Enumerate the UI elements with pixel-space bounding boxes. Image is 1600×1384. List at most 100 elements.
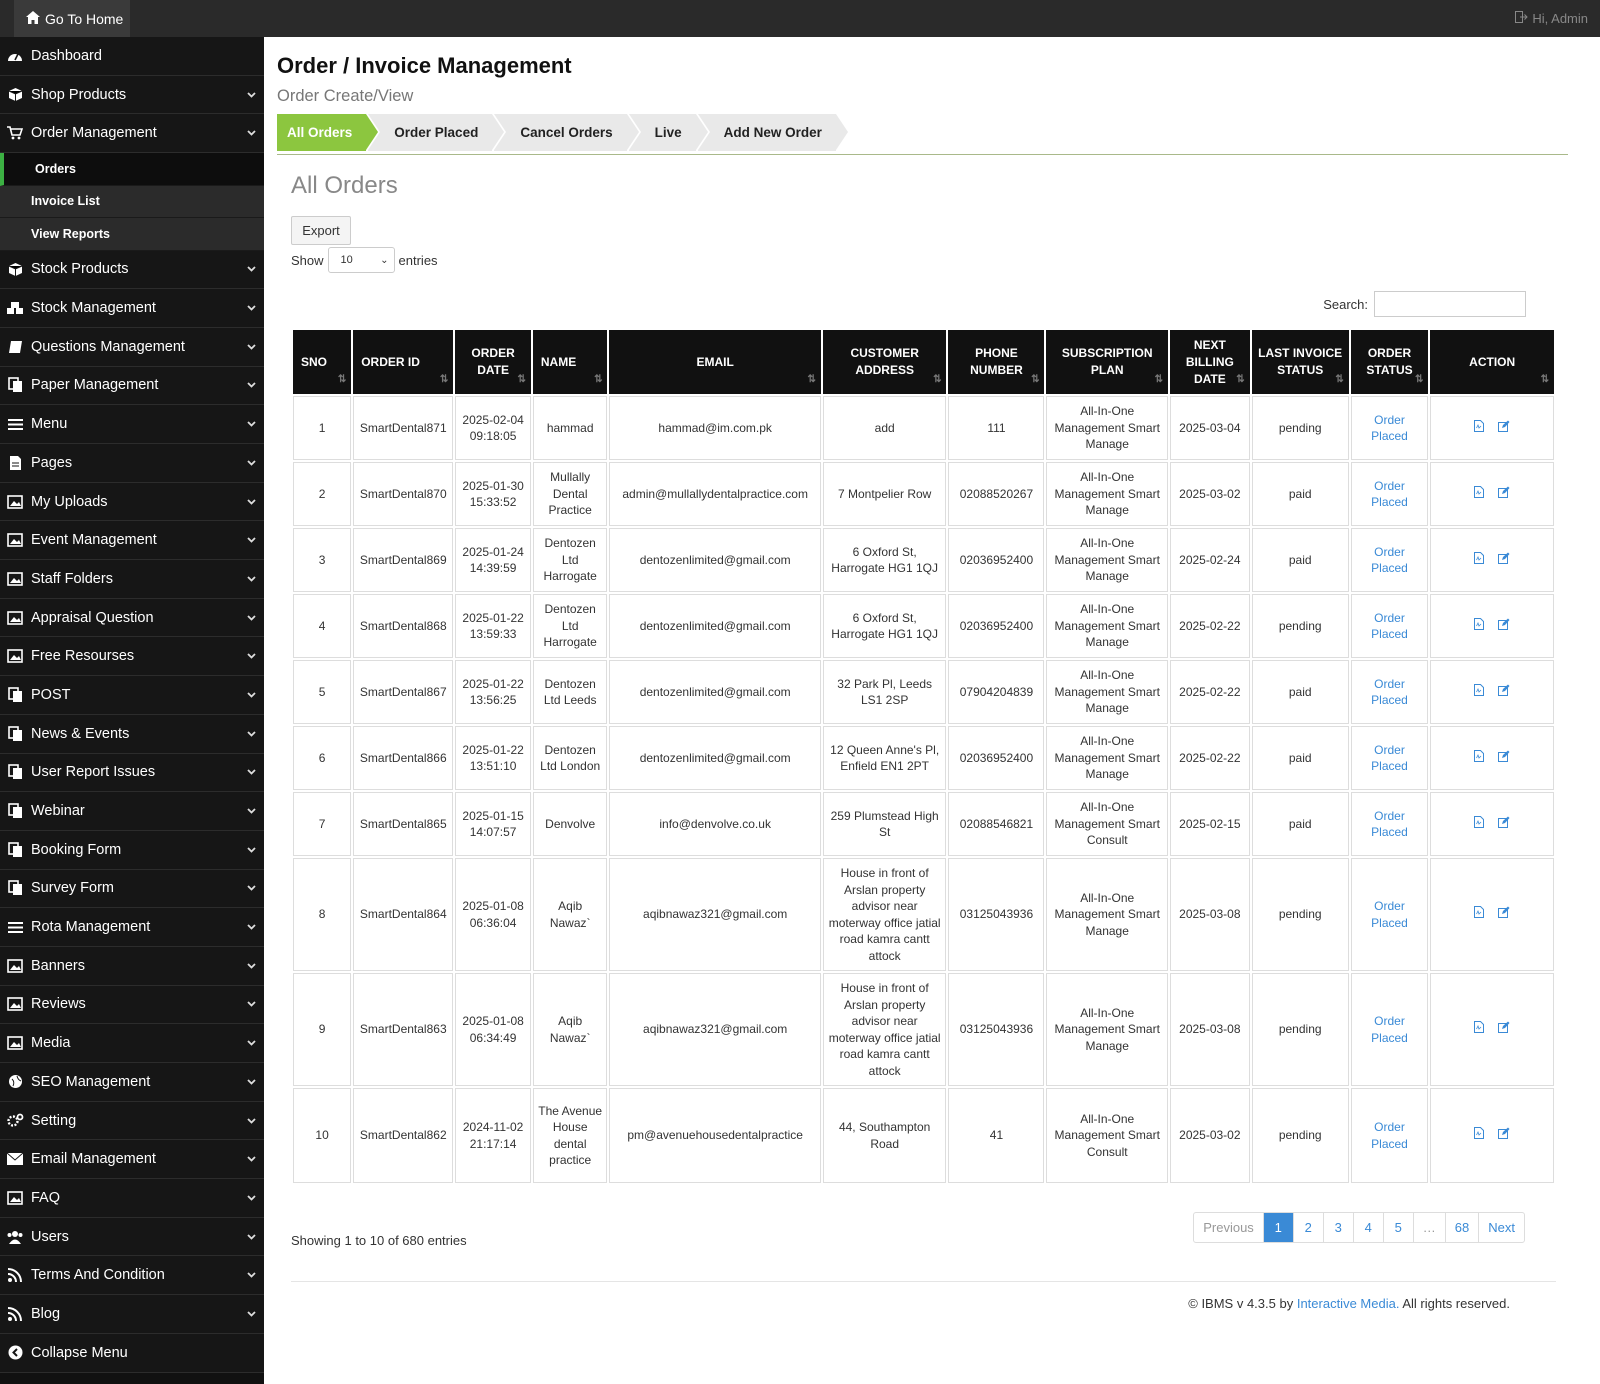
sidebar-item-survey-form[interactable]: Survey Form bbox=[0, 869, 264, 909]
order-status-link[interactable]: Order Placed bbox=[1371, 479, 1408, 510]
order-status-link[interactable]: Order Placed bbox=[1371, 1014, 1408, 1045]
pdf-file-icon[interactable] bbox=[1474, 683, 1485, 701]
sidebar-item-faq[interactable]: FAQ bbox=[0, 1179, 264, 1218]
pdf-file-icon[interactable] bbox=[1474, 815, 1485, 833]
step-order-placed[interactable]: Order Placed bbox=[368, 114, 507, 151]
column-header[interactable]: ORDER STATUS ⇅ bbox=[1350, 330, 1429, 394]
sidebar-item-staff-folders[interactable]: Staff Folders bbox=[0, 560, 264, 599]
pdf-file-icon[interactable] bbox=[1474, 485, 1485, 503]
pdf-file-icon[interactable] bbox=[1474, 749, 1485, 767]
page-button[interactable]: 1 bbox=[1263, 1213, 1294, 1242]
pdf-file-icon[interactable] bbox=[1474, 906, 1485, 923]
go-to-home-button[interactable]: Go To Home bbox=[14, 0, 130, 37]
sidebar-item-my-uploads[interactable]: My Uploads bbox=[0, 482, 264, 522]
column-header[interactable]: PHONE NUMBER ⇅ bbox=[948, 330, 1045, 394]
sidebar-item-appraisal-question[interactable]: Appraisal Question bbox=[0, 598, 264, 638]
table-cell[interactable]: Order Placed bbox=[1350, 462, 1429, 526]
sidebar-item-order-management[interactable]: Order Management bbox=[0, 114, 264, 154]
pdf-file-icon[interactable] bbox=[1474, 1021, 1485, 1038]
column-header[interactable]: ACTION ⇅ bbox=[1430, 330, 1554, 394]
order-status-link[interactable]: Order Placed bbox=[1371, 743, 1408, 774]
order-status-link[interactable]: Order Placed bbox=[1371, 899, 1408, 930]
column-header[interactable]: SUBSCRIPTION PLAN ⇅ bbox=[1046, 330, 1168, 394]
column-header[interactable]: SNO ⇅ bbox=[293, 330, 352, 394]
search-input[interactable] bbox=[1374, 291, 1526, 317]
sidebar-item-media[interactable]: Media bbox=[0, 1024, 264, 1063]
pdf-file-icon[interactable] bbox=[1474, 1127, 1485, 1144]
sidebar-item-collapse-menu[interactable]: Collapse Menu bbox=[0, 1333, 264, 1373]
next-page-button[interactable]: Next bbox=[1479, 1213, 1524, 1242]
sidebar-item-booking-form[interactable]: Booking Form bbox=[0, 830, 264, 870]
sidebar-item-menu[interactable]: Menu bbox=[0, 405, 264, 444]
edit-icon[interactable] bbox=[1498, 816, 1510, 833]
sidebar-item-rota-management[interactable]: Rota Management bbox=[0, 908, 264, 947]
step-cancel-orders[interactable]: Cancel Orders bbox=[494, 114, 641, 151]
edit-icon[interactable] bbox=[1498, 906, 1510, 923]
sidebar-item-pages[interactable]: Pages bbox=[0, 444, 264, 483]
table-cell[interactable]: Order Placed bbox=[1350, 396, 1429, 460]
sidebar-item-post[interactable]: POST bbox=[0, 676, 264, 715]
table-cell[interactable]: Order Placed bbox=[1350, 858, 1429, 971]
sidebar-item-email-management[interactable]: Email Management bbox=[0, 1140, 264, 1180]
table-cell[interactable]: Order Placed bbox=[1350, 792, 1429, 856]
page-button[interactable]: 2 bbox=[1294, 1213, 1324, 1242]
order-status-link[interactable]: Order Placed bbox=[1371, 677, 1408, 708]
step-all-orders[interactable]: All Orders bbox=[277, 114, 381, 151]
sidebar-item-news-events[interactable]: News & Events bbox=[0, 714, 264, 754]
order-status-link[interactable]: Order Placed bbox=[1371, 809, 1408, 840]
column-header[interactable]: CUSTOMER ADDRESS ⇅ bbox=[822, 330, 947, 394]
entries-select[interactable]: 10 ⌄ bbox=[327, 247, 395, 273]
sidebar-item-terms-and-condition[interactable]: Terms And Condition bbox=[0, 1256, 264, 1296]
edit-icon[interactable] bbox=[1498, 618, 1510, 635]
sidebar-item-banners[interactable]: Banners bbox=[0, 946, 264, 986]
column-header[interactable]: NEXT BILLING DATE ⇅ bbox=[1170, 330, 1250, 394]
table-cell[interactable]: Order Placed bbox=[1350, 1088, 1429, 1183]
page-button[interactable]: 5 bbox=[1384, 1213, 1414, 1242]
edit-icon[interactable] bbox=[1498, 420, 1510, 437]
submenu-item-orders[interactable]: Orders bbox=[0, 153, 264, 186]
page-button[interactable]: 68 bbox=[1446, 1213, 1480, 1242]
sidebar-item-free-resourses[interactable]: Free Resourses bbox=[0, 637, 264, 677]
table-cell[interactable]: Order Placed bbox=[1350, 973, 1429, 1086]
edit-icon[interactable] bbox=[1498, 1127, 1510, 1144]
page-button[interactable]: 4 bbox=[1354, 1213, 1384, 1242]
sidebar-item-users[interactable]: Users bbox=[0, 1217, 264, 1257]
page-button[interactable]: 3 bbox=[1324, 1213, 1354, 1242]
edit-icon[interactable] bbox=[1498, 486, 1510, 503]
pdf-file-icon[interactable] bbox=[1474, 551, 1485, 569]
column-header[interactable]: ORDER ID ⇅ bbox=[353, 330, 454, 394]
column-header[interactable]: NAME ⇅ bbox=[532, 330, 608, 394]
pdf-file-icon[interactable] bbox=[1474, 419, 1485, 437]
edit-icon[interactable] bbox=[1498, 1021, 1510, 1038]
sidebar-item-stock-products[interactable]: Stock Products bbox=[0, 250, 264, 290]
sidebar-item-reviews[interactable]: Reviews bbox=[0, 985, 264, 1025]
order-status-link[interactable]: Order Placed bbox=[1371, 413, 1408, 444]
column-header[interactable]: ORDER DATE ⇅ bbox=[455, 330, 531, 394]
sidebar-item-questions-management[interactable]: Questions Management bbox=[0, 327, 264, 367]
sidebar-item-shop-products[interactable]: Shop Products bbox=[0, 75, 264, 115]
sidebar-item-blog[interactable]: Blog bbox=[0, 1295, 264, 1334]
order-status-link[interactable]: Order Placed bbox=[1371, 611, 1408, 642]
column-header[interactable]: EMAIL ⇅ bbox=[609, 330, 821, 394]
edit-icon[interactable] bbox=[1498, 750, 1510, 767]
sidebar-item-paper-management[interactable]: Paper Management bbox=[0, 366, 264, 406]
submenu-item-invoice-list[interactable]: Invoice List bbox=[0, 185, 264, 219]
edit-icon[interactable] bbox=[1498, 684, 1510, 701]
sidebar-item-event-management[interactable]: Event Management bbox=[0, 521, 264, 561]
column-header[interactable]: LAST INVOICE STATUS ⇅ bbox=[1251, 330, 1349, 394]
export-button[interactable]: Export bbox=[291, 216, 351, 245]
pdf-file-icon[interactable] bbox=[1474, 617, 1485, 635]
sidebar-item-webinar[interactable]: Webinar bbox=[0, 792, 264, 831]
previous-page-button[interactable]: Previous bbox=[1194, 1213, 1264, 1242]
sidebar-item-dashboard[interactable]: Dashboard bbox=[0, 37, 264, 76]
user-greeting[interactable]: Hi, Admin bbox=[1515, 0, 1588, 37]
order-status-link[interactable]: Order Placed bbox=[1371, 1120, 1408, 1151]
sidebar-item-setting[interactable]: Setting bbox=[0, 1101, 264, 1141]
edit-icon[interactable] bbox=[1498, 552, 1510, 569]
footer-brand-link[interactable]: Interactive Media. bbox=[1297, 1296, 1400, 1311]
submenu-item-view-reports[interactable]: View Reports bbox=[0, 218, 264, 251]
table-cell[interactable]: Order Placed bbox=[1350, 660, 1429, 724]
sidebar-item-stock-management[interactable]: Stock Management bbox=[0, 289, 264, 328]
table-cell[interactable]: Order Placed bbox=[1350, 594, 1429, 658]
table-cell[interactable]: Order Placed bbox=[1350, 528, 1429, 592]
